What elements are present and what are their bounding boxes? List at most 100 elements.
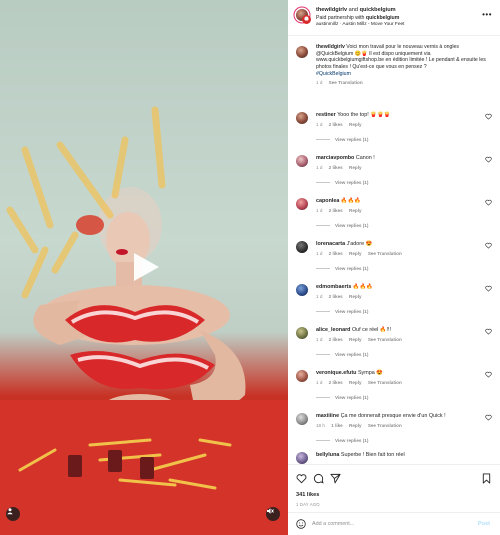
- view-replies-button[interactable]: View replies (1): [316, 137, 368, 142]
- post-actions: 341 likes 1 DAY AGO: [288, 464, 500, 512]
- comment-reply-button[interactable]: Reply: [349, 294, 362, 299]
- post-comment-button[interactable]: Post: [478, 521, 490, 527]
- play-icon[interactable]: [128, 250, 162, 284]
- comment-meta: 1 d 2 likes Reply See Translation: [316, 380, 407, 385]
- heart-icon[interactable]: [296, 473, 307, 484]
- comment-username[interactable]: alice_leonard: [316, 327, 350, 333]
- comment-username[interactable]: edmombaerts: [316, 284, 351, 290]
- comment-heart-icon[interactable]: [485, 199, 492, 206]
- commenter-avatar[interactable]: [296, 241, 308, 253]
- comment-body: 🔥🔥🔥: [352, 284, 373, 290]
- author-username[interactable]: thewildgirlv: [316, 7, 347, 13]
- comment-likes[interactable]: 2 likes: [329, 294, 343, 299]
- commenter-avatar[interactable]: [296, 413, 308, 425]
- comment-time: 18 h: [316, 423, 325, 428]
- comment-meta: 1 d 2 likes Reply: [316, 208, 367, 213]
- commenter-avatar[interactable]: [296, 327, 308, 339]
- comment-username[interactable]: maxiiiine: [316, 413, 339, 419]
- comments-list[interactable]: thewildgirlv Voici mon travail pour le n…: [288, 36, 500, 464]
- comment-likes[interactable]: 2 likes: [329, 337, 343, 342]
- emoji-icon[interactable]: [296, 519, 306, 529]
- more-horizontal-icon[interactable]: •••: [482, 10, 492, 19]
- view-replies-button[interactable]: View replies (1): [316, 352, 368, 357]
- comment-text: marciavpombo Canon !: [316, 155, 476, 161]
- comment-heart-icon[interactable]: [485, 113, 492, 120]
- comment-likes[interactable]: 2 likes: [329, 165, 343, 170]
- view-replies-button[interactable]: View replies (1): [316, 438, 368, 443]
- view-replies-button[interactable]: View replies (1): [316, 223, 368, 228]
- comment-heart-icon[interactable]: [485, 414, 492, 421]
- view-replies-button[interactable]: View replies (1): [316, 309, 368, 314]
- comment-heart-icon[interactable]: [485, 156, 492, 163]
- share-icon[interactable]: [330, 473, 341, 484]
- comment-meta: 1 d 2 likes Reply See Translation: [316, 251, 407, 256]
- caption-avatar[interactable]: [296, 46, 308, 58]
- comment-body: Canon !: [355, 155, 375, 161]
- mute-icon[interactable]: [266, 507, 280, 521]
- comment-icon[interactable]: [313, 473, 324, 484]
- post-caption: thewildgirlv Voici mon travail pour le n…: [316, 44, 494, 86]
- comment-reply-button[interactable]: Reply: [349, 423, 362, 428]
- comment-reply-button[interactable]: Reply: [349, 122, 362, 127]
- view-replies-button[interactable]: View replies (1): [316, 180, 368, 185]
- comment-meta: 1 d 2 likes Reply: [316, 165, 367, 170]
- comment-row: marciavpombo Canon ! 1 d 2 likes Reply V…: [288, 153, 500, 196]
- comment-see-translation[interactable]: See Translation: [368, 423, 402, 428]
- user-tag-icon[interactable]: [6, 507, 20, 521]
- comment-row: veronique.efutu Sympa 😍 1 d 2 likes Repl…: [288, 368, 500, 411]
- commenter-avatar[interactable]: [296, 155, 308, 167]
- view-replies-button[interactable]: View replies (1): [316, 266, 368, 271]
- comment-username[interactable]: restiner: [316, 112, 336, 118]
- comment-username[interactable]: veronique.efutu: [316, 370, 356, 376]
- comment-row: restiner Yooo the top! 🍟🍟🍟 1 d 2 likes R…: [288, 110, 500, 153]
- commenter-avatar[interactable]: [296, 284, 308, 296]
- caption-username[interactable]: thewildgirlv: [316, 44, 345, 50]
- commenter-avatar[interactable]: [296, 112, 308, 124]
- comment-reply-button[interactable]: Reply: [349, 208, 362, 213]
- comment-username[interactable]: caponlea: [316, 198, 339, 204]
- comment-username[interactable]: bellyluna: [316, 452, 339, 458]
- comment-heart-icon[interactable]: [485, 242, 492, 249]
- comment-heart-icon[interactable]: [485, 285, 492, 292]
- comment-likes[interactable]: 1 like: [331, 423, 343, 428]
- comment-reply-button[interactable]: Reply: [349, 251, 362, 256]
- comment-heart-icon[interactable]: [485, 371, 492, 378]
- and-text: and: [348, 7, 358, 13]
- view-replies-button[interactable]: View replies (1): [316, 395, 368, 400]
- commenter-avatar[interactable]: [296, 198, 308, 210]
- audio-track[interactable]: austinmillz · Austin Millz - Move Your F…: [316, 22, 405, 27]
- commenter-avatar[interactable]: [296, 370, 308, 382]
- comment-input[interactable]: [312, 517, 462, 531]
- caption-hashtag[interactable]: #QuickBelgium: [316, 71, 351, 77]
- caption-see-translation[interactable]: See Translation: [329, 80, 363, 85]
- comment-reply-button[interactable]: Reply: [349, 337, 362, 342]
- comment-likes[interactable]: 2 likes: [329, 380, 343, 385]
- comment-likes[interactable]: 2 likes: [329, 208, 343, 213]
- post-video[interactable]: [0, 0, 288, 535]
- coauthor-username[interactable]: quickbelgium: [360, 7, 396, 13]
- comment-text: bellyluna Superbe ! Bien fait ton réel: [316, 452, 476, 458]
- comment-see-translation[interactable]: See Translation: [368, 380, 402, 385]
- comment-reply-button[interactable]: Reply: [349, 380, 362, 385]
- comment-see-translation[interactable]: See Translation: [368, 337, 402, 342]
- comment-time: 1 d: [316, 165, 323, 170]
- comment-username[interactable]: lorenacarta: [316, 241, 345, 247]
- comment-username[interactable]: marciavpombo: [316, 155, 354, 161]
- comment-likes[interactable]: 2 likes: [329, 251, 343, 256]
- comment-text: veronique.efutu Sympa 😍: [316, 370, 476, 376]
- partner-link[interactable]: quickbelgium: [366, 15, 399, 21]
- commenter-avatar[interactable]: [296, 452, 308, 464]
- likes-count[interactable]: 341 likes: [296, 492, 319, 498]
- comment-text: edmombaerts 🔥🔥🔥: [316, 284, 476, 290]
- comment-reply-button[interactable]: Reply: [349, 165, 362, 170]
- comment-body: Ouf ce réel 🔥!!!: [351, 327, 392, 333]
- post-details-panel: thewildgirlv and quickbelgium Paid partn…: [288, 0, 500, 535]
- coauthor-avatar[interactable]: [302, 15, 311, 24]
- bookmark-icon[interactable]: [481, 473, 492, 484]
- comment-time: 1 d: [316, 380, 323, 385]
- comment-heart-icon[interactable]: [485, 328, 492, 335]
- comment-see-translation[interactable]: See Translation: [368, 251, 402, 256]
- comment-time: 1 d: [316, 251, 323, 256]
- header-authors: thewildgirlv and quickbelgium: [316, 7, 396, 13]
- comment-likes[interactable]: 2 likes: [329, 122, 343, 127]
